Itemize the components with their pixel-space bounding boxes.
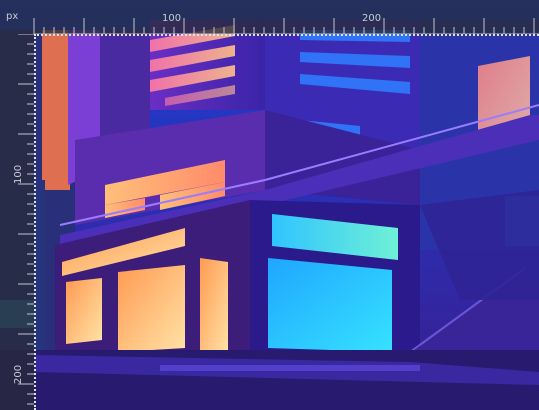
horizontal-ruler[interactable] bbox=[0, 0, 539, 34]
ruler-unit-label: px bbox=[6, 11, 19, 22]
canvas-artwork[interactable] bbox=[0, 0, 539, 410]
city-illustration bbox=[0, 0, 539, 410]
image-editor-viewport[interactable]: px 100 200 100 200 bbox=[0, 0, 539, 410]
vertical-ruler[interactable] bbox=[0, 34, 34, 410]
vertical-ruler-ticks bbox=[18, 34, 34, 405]
ruler-v-tick-100: 100 bbox=[13, 164, 24, 184]
ruler-h-tick-100: 100 bbox=[162, 13, 182, 24]
ruler-v-tick-200: 200 bbox=[13, 364, 24, 384]
ruler-h-tick-200: 200 bbox=[362, 13, 382, 24]
horizontal-ruler-ticks bbox=[33, 18, 539, 34]
